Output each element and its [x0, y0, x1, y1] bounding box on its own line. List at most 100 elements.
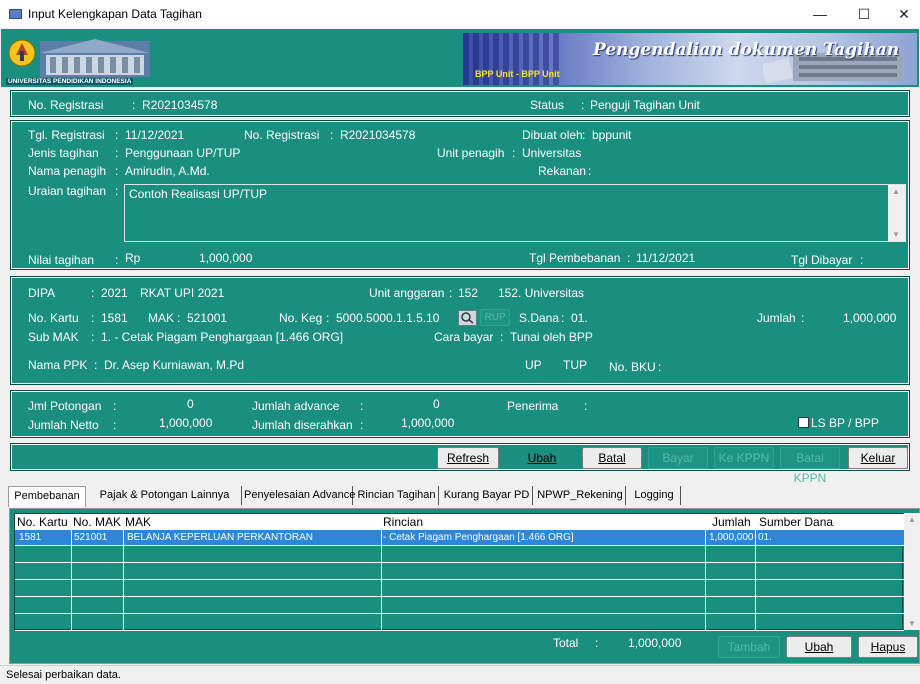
nama-ppk-value: Dr. Asep Kurniawan, M.Pd	[104, 358, 245, 372]
ubah-button[interactable]: Ubah	[517, 447, 567, 469]
scroll-up-icon[interactable]: ▲	[908, 515, 916, 524]
maximize-button[interactable]: ☐	[844, 0, 884, 28]
tgl-registrasi-label: Tgl. Registrasi	[28, 128, 105, 142]
col-no-kartu[interactable]: No. Kartu	[17, 515, 68, 529]
cell-jumlah: 1,000,000	[709, 532, 754, 543]
col-sumber-dana[interactable]: Sumber Dana	[759, 515, 833, 529]
tab-strip: Pembebanan Pajak & Potongan Lainnya Peny…	[8, 486, 920, 509]
tab-penyelesaian-advance[interactable]: Penyelesaian Advance	[244, 486, 355, 505]
status-bar: Selesai perbaikan data.	[0, 665, 920, 684]
upi-logo: UNIVERSITAS PENDIDIKAN INDONESIA	[6, 33, 156, 85]
uraian-tagihan-label: Uraian tagihan	[28, 184, 107, 198]
uraian-tagihan-textarea[interactable]: Contoh Realisasi UP/TUP ▲ ▼	[124, 184, 906, 242]
unit-anggaran-label: Unit anggaran	[369, 286, 445, 300]
scroll-down-icon[interactable]: ▼	[908, 619, 916, 628]
pembebanan-panel: No. Kartu No. MAK MAK Rincian Jumlah Sum…	[9, 508, 920, 664]
ls-bp-checkbox[interactable]	[798, 417, 809, 428]
scroll-up-icon[interactable]: ▲	[892, 187, 900, 196]
batal-kppn-button[interactable]: Batal KPPN	[780, 447, 840, 485]
nama-ppk-label: Nama PPK	[28, 358, 88, 372]
app-icon	[9, 9, 22, 19]
banner-heading: Pengendalian dokumen Tagihan	[593, 40, 900, 60]
hapus-button[interactable]: Hapus	[858, 636, 918, 658]
close-button[interactable]: ✕	[888, 0, 920, 28]
tambah-button[interactable]: Tambah	[718, 636, 780, 658]
tab-pajak-potongan[interactable]: Pajak & Potongan Lainnya	[88, 486, 242, 505]
tab-logging[interactable]: Logging	[628, 486, 681, 505]
jumlah-netto-label: Jumlah Netto	[28, 418, 99, 432]
minimize-button[interactable]: —	[800, 0, 840, 28]
scroll-down-icon[interactable]: ▼	[892, 230, 900, 239]
dipa-label: DIPA	[28, 286, 56, 300]
dibuat-oleh-value: bppunit	[592, 128, 632, 142]
col-rincian[interactable]: Rincian	[383, 515, 423, 529]
batal-button[interactable]: Batal	[582, 447, 642, 469]
nama-penagih-value: Amirudin, A.Md.	[125, 164, 210, 178]
keluar-label: Keluar	[860, 451, 896, 465]
unit-anggaran-code: 152	[458, 286, 479, 300]
jml-potongan-value: 0	[187, 397, 194, 411]
ke-kppn-button[interactable]: Ke KPPN	[714, 447, 774, 469]
status-label: Status	[530, 98, 565, 112]
no-registrasi-value-2: R2021034578	[340, 128, 416, 142]
up-label[interactable]: UP	[525, 358, 542, 372]
keluar-button[interactable]: Keluar	[848, 447, 908, 469]
sub-mak-label: Sub MAK	[28, 330, 79, 344]
bayar-button[interactable]: Bayar	[648, 447, 708, 469]
sdana-label: S.Dana	[519, 311, 560, 325]
unit-anggaran-value: 152. Universitas	[498, 286, 585, 300]
jumlah-label: Jumlah	[757, 311, 796, 325]
search-icon	[461, 312, 474, 324]
cell-no-kartu: 1581	[19, 532, 42, 543]
window-title: Input Kelengkapan Data Tagihan	[28, 7, 202, 21]
penerima-label: Penerima	[507, 399, 559, 413]
sdana-value: 01.	[571, 311, 588, 325]
col-mak[interactable]: MAK	[125, 515, 151, 529]
tab-rincian-tagihan[interactable]: Rincian Tagihan	[355, 486, 439, 505]
tup-label[interactable]: TUP	[563, 358, 587, 372]
dibuat-oleh-label: Dibuat oleh	[522, 128, 583, 142]
cell-mak: BELANJA KEPERLUAN PERKANTORAN	[127, 532, 313, 543]
refresh-button[interactable]: Refresh	[437, 447, 499, 469]
jumlah-diserahkan-value: 1,000,000	[401, 416, 455, 430]
status-message: Selesai perbaikan data.	[6, 669, 121, 681]
no-kartu-value: 1581	[101, 311, 128, 325]
nilai-tagihan-label: Nilai tagihan	[28, 253, 95, 267]
cell-no-mak: 521001	[74, 532, 108, 543]
grid-scrollbar[interactable]: ▲ ▼	[904, 513, 920, 630]
table-row-empty[interactable]	[15, 564, 904, 580]
tab-pembebanan[interactable]: Pembebanan	[8, 486, 86, 507]
dipa-value: RKAT UPI 2021	[140, 286, 225, 300]
mak-value: 521001	[187, 311, 228, 325]
unit-penagih-label: Unit penagih	[437, 146, 505, 160]
uraian-scrollbar[interactable]: ▲ ▼	[888, 185, 905, 241]
total-value: 1,000,000	[628, 636, 682, 650]
dipa-year: 2021	[101, 286, 128, 300]
tab-npwp-rekening[interactable]: NPWP_Rekening	[535, 486, 626, 505]
dipa-panel: DIPA : 2021 RKAT UPI 2021 Unit anggaran …	[10, 276, 910, 385]
table-row-empty[interactable]	[15, 547, 904, 563]
sub-mak-value: 1. - Cetak Piagam Penghargaan [1.466 ORG…	[101, 330, 344, 344]
tab-kurang-bayar-pd[interactable]: Kurang Bayar PD	[441, 486, 533, 505]
table-row[interactable]: 1581 521001 BELANJA KEPERLUAN PERKANTORA…	[15, 530, 904, 546]
total-label: Total	[553, 636, 579, 650]
bpp-unit-label: BPP Unit - BPP Unit	[475, 69, 560, 79]
mak-label: MAK	[148, 311, 175, 325]
col-no-mak[interactable]: No. MAK	[73, 515, 121, 529]
grid-ubah-button[interactable]: Ubah	[786, 636, 852, 658]
refresh-label: Refresh	[446, 451, 490, 465]
col-jumlah[interactable]: Jumlah	[712, 515, 751, 529]
table-row-empty[interactable]	[15, 598, 904, 614]
jenis-tagihan-value: Penggunaan UP/TUP	[125, 146, 241, 160]
nilai-tagihan-value: 1,000,000	[199, 251, 253, 265]
batal-label: Batal	[598, 451, 626, 465]
table-row-empty[interactable]	[15, 615, 904, 631]
table-row-empty[interactable]	[15, 581, 904, 597]
search-button[interactable]	[458, 310, 477, 326]
tgl-registrasi-value: 11/12/2021	[125, 128, 185, 142]
potongan-panel: Jml Potongan : 0 Jumlah advance : 0 Pene…	[10, 390, 910, 438]
jumlah-value: 1,000,000	[843, 311, 897, 325]
rup-button[interactable]: RUP	[480, 309, 510, 326]
pembebanan-grid[interactable]: No. Kartu No. MAK MAK Rincian Jumlah Sum…	[14, 513, 904, 631]
nilai-currency: Rp	[125, 251, 141, 265]
